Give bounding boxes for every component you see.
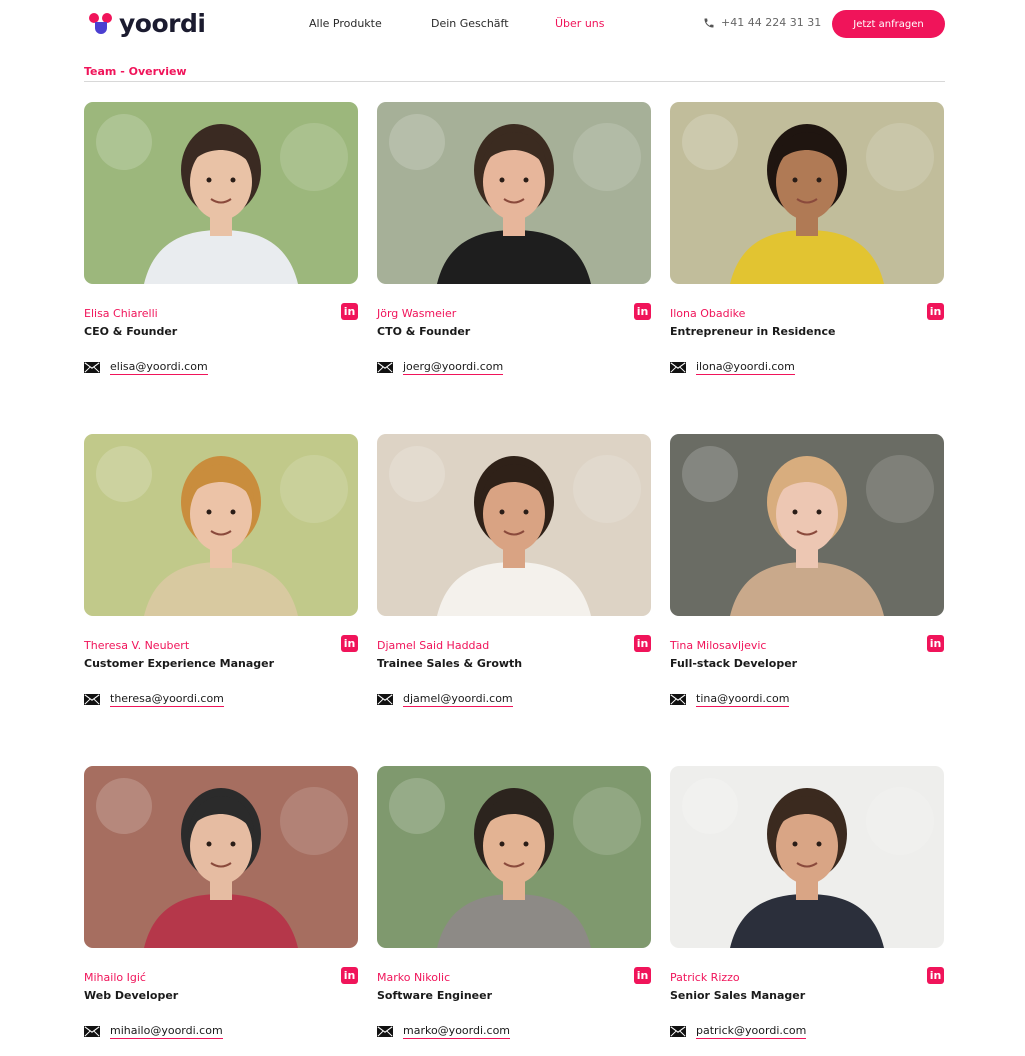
portrait-illustration <box>377 766 651 948</box>
linkedin-icon[interactable]: in <box>341 967 358 984</box>
team-member-email-link[interactable]: theresa@yoordi.com <box>110 692 224 707</box>
team-member-photo <box>84 102 358 284</box>
team-member-email-row: theresa@yoordi.com <box>84 692 224 707</box>
linkedin-icon[interactable]: in <box>927 967 944 984</box>
envelope-icon <box>670 362 686 373</box>
linkedin-icon[interactable]: in <box>634 635 651 652</box>
nav-ueber-uns[interactable]: Über uns <box>555 17 605 30</box>
team-member-card: Ilona Obadike Entrepreneur in Residence … <box>670 102 944 434</box>
team-member-name: Theresa V. Neubert <box>84 639 190 652</box>
team-member-photo <box>84 766 358 948</box>
team-member-card: Patrick Rizzo Senior Sales Manager in pa… <box>670 766 944 1056</box>
team-member-email-link[interactable]: elisa@yoordi.com <box>110 360 208 375</box>
portrait-illustration <box>670 434 944 616</box>
team-member-photo <box>377 102 651 284</box>
section-divider <box>84 81 945 82</box>
portrait-illustration <box>377 434 651 616</box>
team-member-photo <box>377 434 651 616</box>
team-member-name: Mihailo Igić <box>84 971 146 984</box>
portrait-illustration <box>84 766 358 948</box>
team-grid: Elisa Chiarelli CEO & Founder in elisa@y… <box>84 102 946 1056</box>
team-member-photo <box>670 434 944 616</box>
jetzt-anfragen-button[interactable]: Jetzt anfragen <box>832 10 945 38</box>
envelope-icon <box>377 1026 393 1037</box>
portrait-illustration <box>377 102 651 284</box>
team-member-name: Marko Nikolic <box>377 971 451 984</box>
envelope-icon <box>377 362 393 373</box>
logo-text: yoordi <box>119 8 206 38</box>
team-member-email-row: mihailo@yoordi.com <box>84 1024 223 1039</box>
team-member-email-row: elisa@yoordi.com <box>84 360 208 375</box>
portrait-illustration <box>670 766 944 948</box>
linkedin-icon[interactable]: in <box>927 303 944 320</box>
portrait-illustration <box>84 102 358 284</box>
envelope-icon <box>84 362 100 373</box>
team-member-email-row: ilona@yoordi.com <box>670 360 795 375</box>
linkedin-icon[interactable]: in <box>341 303 358 320</box>
team-member-card: Theresa V. Neubert Customer Experience M… <box>84 434 358 766</box>
team-member-email-link[interactable]: djamel@yoordi.com <box>403 692 513 707</box>
team-member-photo <box>670 766 944 948</box>
team-member-name: Tina Milosavljevic <box>670 639 767 652</box>
team-member-role: CEO & Founder <box>84 325 178 338</box>
team-member-role: Entrepreneur in Residence <box>670 325 836 338</box>
team-member-name: Jörg Wasmeier <box>377 307 457 320</box>
team-member-email-link[interactable]: mihailo@yoordi.com <box>110 1024 223 1039</box>
nav-dein-geschaeft[interactable]: Dein Geschäft <box>431 17 509 30</box>
linkedin-icon[interactable]: in <box>341 635 358 652</box>
team-member-card: Mihailo Igić Web Developer in mihailo@yo… <box>84 766 358 1056</box>
team-member-card: Jörg Wasmeier CTO & Founder in joerg@yoo… <box>377 102 651 434</box>
phone-number: +41 44 224 31 31 <box>721 16 822 29</box>
team-member-photo <box>670 102 944 284</box>
team-member-photo <box>84 434 358 616</box>
team-member-role: Trainee Sales & Growth <box>377 657 523 670</box>
linkedin-icon[interactable]: in <box>927 635 944 652</box>
team-member-email-row: joerg@yoordi.com <box>377 360 504 375</box>
team-member-email-row: marko@yoordi.com <box>377 1024 511 1039</box>
team-member-email-link[interactable]: joerg@yoordi.com <box>403 360 504 375</box>
team-member-card: Elisa Chiarelli CEO & Founder in elisa@y… <box>84 102 358 434</box>
team-member-photo <box>377 766 651 948</box>
team-member-role: Software Engineer <box>377 989 492 1002</box>
team-member-name: Patrick Rizzo <box>670 971 740 984</box>
section-title: Team - Overview <box>84 65 187 78</box>
phone-link[interactable]: +41 44 224 31 31 <box>703 16 821 29</box>
linkedin-icon[interactable]: in <box>634 303 651 320</box>
team-member-email-row: tina@yoordi.com <box>670 692 790 707</box>
team-member-role: Full-stack Developer <box>670 657 798 670</box>
team-member-name: Ilona Obadike <box>670 307 746 320</box>
team-member-role: CTO & Founder <box>377 325 471 338</box>
nav-alle-produkte[interactable]: Alle Produkte <box>309 17 382 30</box>
team-member-role: Senior Sales Manager <box>670 989 806 1002</box>
team-member-email-link[interactable]: marko@yoordi.com <box>403 1024 511 1039</box>
team-member-card: Tina Milosavljevic Full-stack Developer … <box>670 434 944 766</box>
envelope-icon <box>84 1026 100 1037</box>
portrait-illustration <box>84 434 358 616</box>
envelope-icon <box>84 694 100 705</box>
envelope-icon <box>670 1026 686 1037</box>
team-member-email-row: djamel@yoordi.com <box>377 692 513 707</box>
portrait-illustration <box>670 102 944 284</box>
team-member-card: Djamel Said Haddad Trainee Sales & Growt… <box>377 434 651 766</box>
phone-icon <box>704 18 714 27</box>
team-member-email-link[interactable]: patrick@yoordi.com <box>696 1024 807 1039</box>
team-member-name: Djamel Said Haddad <box>377 639 490 652</box>
team-member-card: Marko Nikolic Software Engineer in marko… <box>377 766 651 1056</box>
team-member-email-link[interactable]: ilona@yoordi.com <box>696 360 795 375</box>
envelope-icon <box>670 694 686 705</box>
envelope-icon <box>377 694 393 705</box>
site-header: yoordi Alle Produkte Dein Geschäft Über … <box>0 0 1025 48</box>
team-member-role: Customer Experience Manager <box>84 657 275 670</box>
team-member-role: Web Developer <box>84 989 179 1002</box>
team-member-email-link[interactable]: tina@yoordi.com <box>696 692 790 707</box>
team-member-name: Elisa Chiarelli <box>84 307 158 320</box>
team-member-email-row: patrick@yoordi.com <box>670 1024 807 1039</box>
linkedin-icon[interactable]: in <box>634 967 651 984</box>
logo-mark-icon <box>89 10 115 36</box>
yoordi-logo[interactable]: yoordi <box>89 8 206 38</box>
